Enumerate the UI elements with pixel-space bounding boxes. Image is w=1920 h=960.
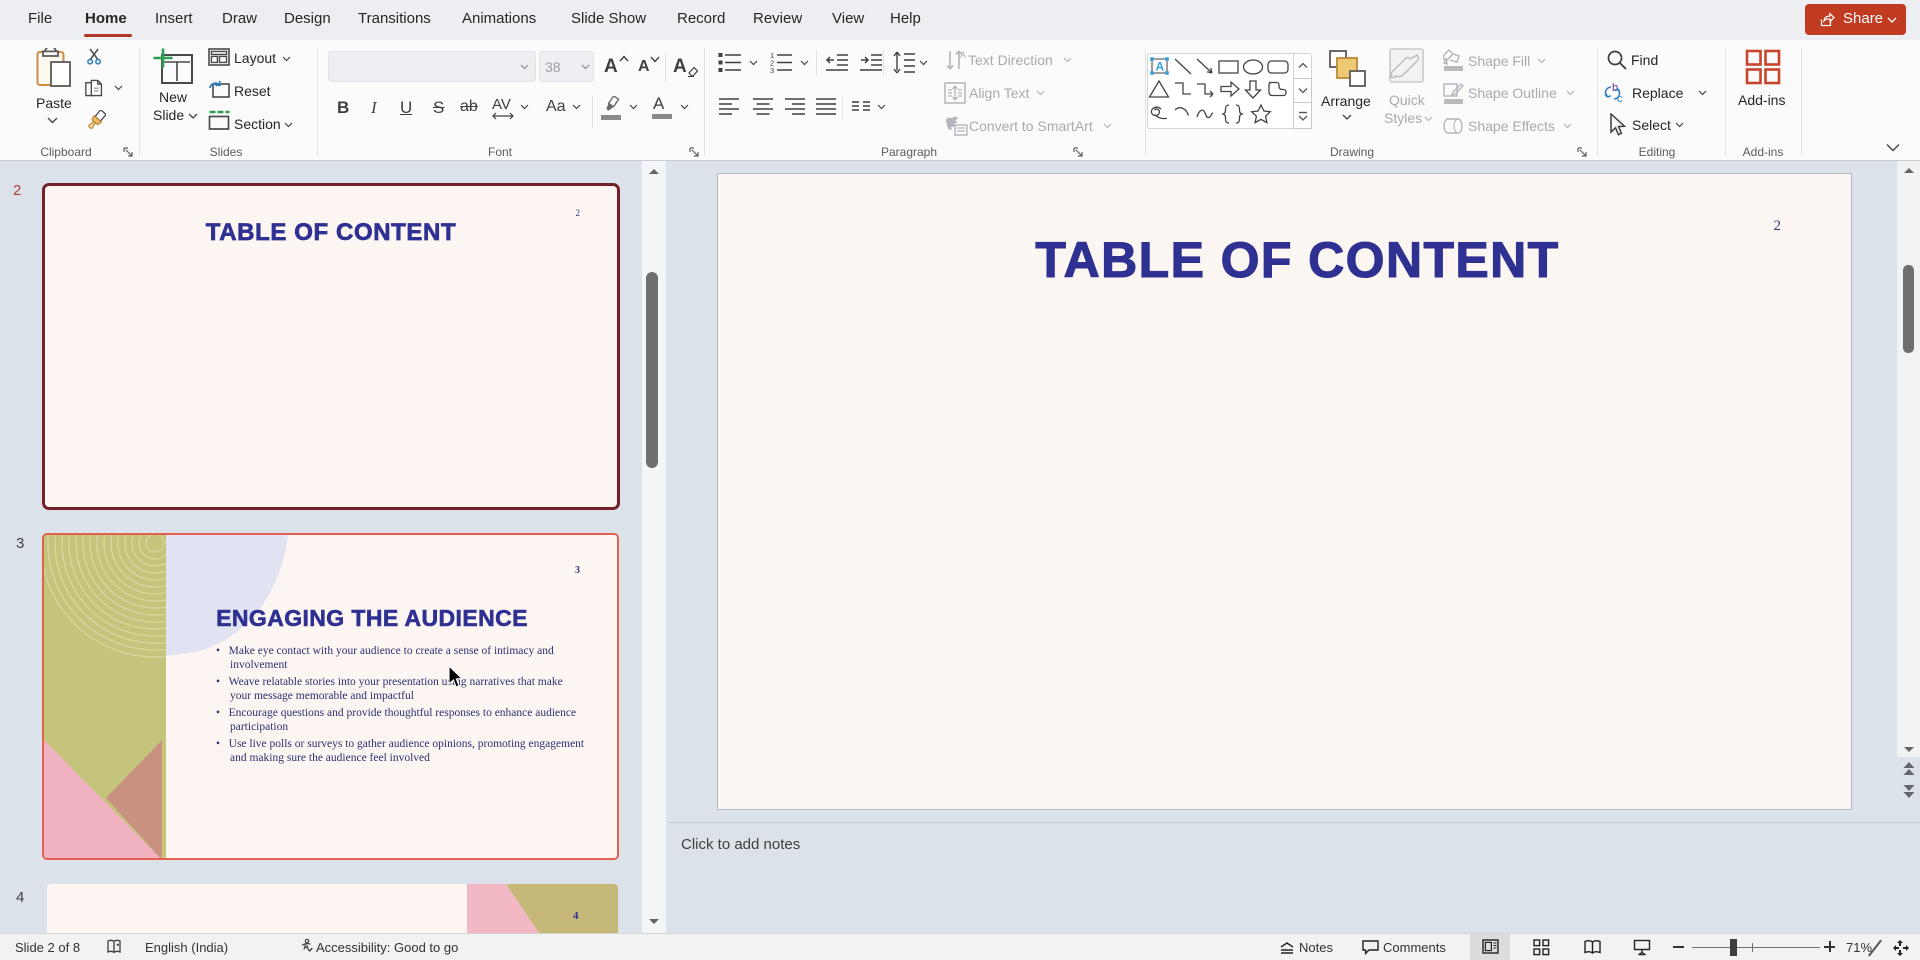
svg-text:3: 3 xyxy=(770,66,774,74)
svg-text:A: A xyxy=(960,50,966,60)
svg-text:A: A xyxy=(1156,60,1165,74)
